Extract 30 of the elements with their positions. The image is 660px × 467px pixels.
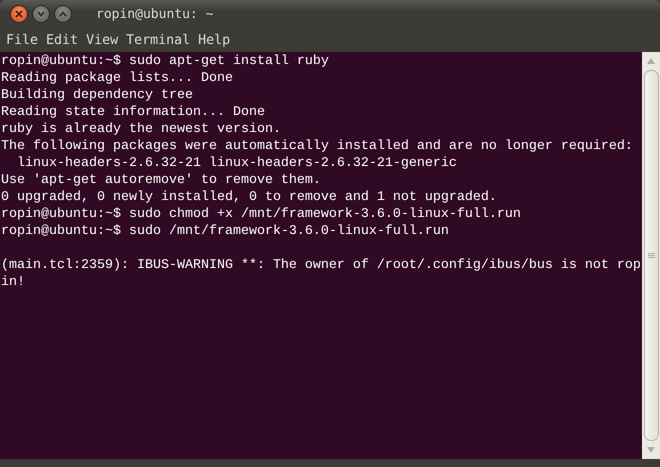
window-title: ropin@ubuntu: ~ bbox=[96, 6, 214, 22]
terminal-line: ropin@ubuntu:~$ sudo apt-get install ruby bbox=[1, 54, 329, 69]
scrollbar-thumb[interactable] bbox=[644, 70, 658, 441]
grip-icon bbox=[648, 253, 654, 258]
chevron-down-icon bbox=[37, 11, 45, 17]
terminal-line: Reading package lists... Done bbox=[1, 71, 233, 86]
maximize-button[interactable] bbox=[54, 5, 72, 23]
menu-item[interactable]: Terminal bbox=[126, 32, 190, 48]
terminal-line: ruby is already the newest version. bbox=[1, 122, 281, 137]
minimize-button[interactable] bbox=[32, 5, 50, 23]
scroll-down-icon[interactable] bbox=[647, 447, 655, 453]
chevron-up-icon bbox=[59, 11, 67, 17]
scroll-up-icon[interactable] bbox=[647, 58, 655, 64]
close-icon bbox=[15, 10, 23, 18]
terminal-line: Reading state information... Done bbox=[1, 105, 265, 120]
menu-item[interactable]: File bbox=[6, 32, 38, 48]
terminal-line: Use 'apt-get autoremove' to remove them. bbox=[1, 173, 321, 188]
terminal-line: ropin@ubuntu:~$ sudo /mnt/framework-3.6.0-linux-full.run bbox=[1, 224, 449, 239]
terminal-line: (main.tcl:2359): IBUS-WARNING **: The owner of /root/.config/ibus/bus is not rop bbox=[1, 258, 641, 273]
menu-item[interactable]: Help bbox=[198, 32, 230, 48]
scrollbar[interactable] bbox=[642, 52, 660, 459]
close-button[interactable] bbox=[10, 5, 28, 23]
terminal-line: Building dependency tree bbox=[1, 88, 193, 103]
terminal-line: 0 upgraded, 0 newly installed, 0 to remove and 1 not upgraded. bbox=[1, 190, 497, 205]
menu-item[interactable]: View bbox=[86, 32, 118, 48]
terminal-line: The following packages were automatically installed and are no longer required: bbox=[1, 139, 633, 154]
terminal-line: linux-headers-2.6.32-21 linux-headers-2.6.32-21-generic bbox=[16, 156, 457, 171]
menu-item[interactable]: Edit bbox=[46, 32, 78, 48]
terminal-line: ropin@ubuntu:~$ sudo chmod +x /mnt/framework-3.6.0-linux-full.run bbox=[1, 207, 521, 222]
terminal-line: in! bbox=[1, 275, 25, 290]
